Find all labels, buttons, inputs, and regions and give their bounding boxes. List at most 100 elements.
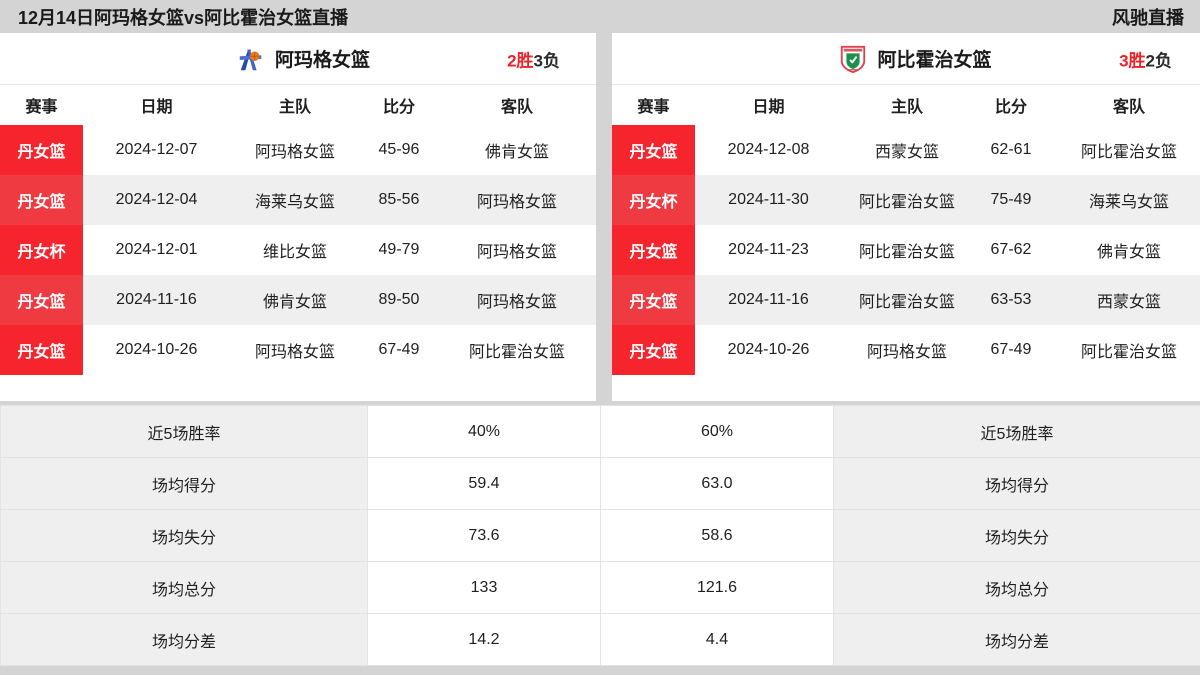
away-team: 阿玛格女篮 xyxy=(438,275,596,325)
left-team-wins: 2胜 xyxy=(507,51,534,70)
home-team: 阿玛格女篮 xyxy=(866,344,947,361)
left-team-header: 阿玛格女篮 2胜3负 xyxy=(0,33,596,85)
stat-left-value: 133 xyxy=(367,561,601,614)
left-col-away: 客队 xyxy=(438,85,596,125)
home-team: 阿比霍治女篮 xyxy=(842,275,972,325)
amager-team-logo-icon xyxy=(239,49,262,70)
league-badge: 丹女杯 xyxy=(612,175,695,225)
left-match-table: 赛事 日期 主队 比分 客队 丹女篮 2024-12-07 阿玛格女篮 45-9… xyxy=(0,85,596,375)
stats-comparison-table: 近5场胜率 40% 60% 近5场胜率 场均得分 59.4 63.0 场均得分 … xyxy=(0,405,1200,666)
left-col-score: 比分 xyxy=(360,85,438,125)
home-team: 阿玛格女篮 xyxy=(254,344,335,361)
home-team: 维比女篮 xyxy=(262,244,327,261)
stat-left-label: 近5场胜率 xyxy=(0,405,368,458)
table-row[interactable]: 丹女篮 2024-11-16 佛肯女篮 89-50 阿玛格女篮 xyxy=(0,275,596,325)
away-team: 佛肯女篮 xyxy=(1096,244,1161,261)
match-score: 62-61 xyxy=(990,141,1032,158)
right-col-league: 赛事 xyxy=(612,85,695,125)
match-score: 63-53 xyxy=(972,275,1050,325)
home-team: 海莱乌女篮 xyxy=(230,175,360,225)
match-date: 2024-12-01 xyxy=(115,241,198,258)
match-date: 2024-10-26 xyxy=(727,341,810,358)
table-row[interactable]: 丹女篮 2024-12-04 海莱乌女篮 85-56 阿玛格女篮 xyxy=(0,175,596,225)
right-team-record: 3胜2负 xyxy=(1119,46,1172,71)
page-title: 12月14日阿玛格女篮vs阿比霍治女篮直播 xyxy=(18,7,349,28)
right-match-table: 赛事 日期 主队 比分 客队 丹女篮 2024-12-08 西蒙女篮 62-61… xyxy=(612,85,1200,375)
stat-right-label: 近5场胜率 xyxy=(833,405,1200,458)
stat-right-label: 场均失分 xyxy=(833,509,1200,562)
stat-left-value: 40% xyxy=(367,405,601,458)
right-team-losses: 2负 xyxy=(1145,51,1172,70)
stat-right-label: 场均分差 xyxy=(833,613,1200,666)
home-team: 西蒙女篮 xyxy=(874,144,939,161)
left-team-panel: 阿玛格女篮 2胜3负 赛事 日期 主队 比分 客队 丹女篮 2024-12-07… xyxy=(0,33,596,401)
away-team: 阿比霍治女篮 xyxy=(468,344,565,361)
table-row[interactable]: 丹女杯 2024-11-30 阿比霍治女篮 75-49 海莱乌女篮 xyxy=(612,175,1200,225)
away-team: 海莱乌女篮 xyxy=(1050,175,1200,225)
away-team: 阿玛格女篮 xyxy=(476,244,557,261)
right-team-wins: 3胜 xyxy=(1119,51,1146,70)
match-date: 2024-11-16 xyxy=(695,275,842,325)
left-col-home: 主队 xyxy=(230,85,360,125)
stats-row: 场均失分 73.6 58.6 场均失分 xyxy=(0,509,1200,562)
right-col-date: 日期 xyxy=(695,85,842,125)
right-col-home: 主队 xyxy=(842,85,972,125)
abildhoj-team-logo-icon xyxy=(841,45,866,73)
stat-right-value: 58.6 xyxy=(600,509,834,562)
stat-left-value: 73.6 xyxy=(367,509,601,562)
match-score: 67-49 xyxy=(378,341,420,358)
home-team: 佛肯女篮 xyxy=(230,275,360,325)
table-row[interactable]: 丹女篮 2024-10-26 阿玛格女篮 67-49 阿比霍治女篮 xyxy=(0,325,596,375)
league-badge: 丹女篮 xyxy=(0,175,83,225)
stat-left-label: 场均总分 xyxy=(0,561,368,614)
site-brand: 风驰直播 xyxy=(1112,7,1184,28)
table-row[interactable]: 丹女篮 2024-12-08 西蒙女篮 62-61 阿比霍治女篮 xyxy=(612,125,1200,175)
stat-right-value: 121.6 xyxy=(600,561,834,614)
league-badge: 丹女篮 xyxy=(612,275,695,325)
league-badge: 丹女篮 xyxy=(0,125,83,175)
right-team-header: 阿比霍治女篮 3胜2负 xyxy=(612,33,1200,85)
stat-left-value: 14.2 xyxy=(367,613,601,666)
right-col-away: 客队 xyxy=(1050,85,1200,125)
league-badge: 丹女篮 xyxy=(612,325,695,375)
stat-right-value: 60% xyxy=(600,405,834,458)
match-score: 75-49 xyxy=(972,175,1050,225)
table-row[interactable]: 丹女篮 2024-12-07 阿玛格女篮 45-96 佛肯女篮 xyxy=(0,125,596,175)
left-col-league: 赛事 xyxy=(0,85,83,125)
stat-right-value: 63.0 xyxy=(600,457,834,510)
stat-right-value: 4.4 xyxy=(600,613,834,666)
right-col-score: 比分 xyxy=(972,85,1050,125)
match-date: 2024-12-08 xyxy=(727,141,810,158)
match-score: 45-96 xyxy=(378,141,420,158)
home-team: 阿比霍治女篮 xyxy=(842,175,972,225)
stat-left-label: 场均失分 xyxy=(0,509,368,562)
table-row[interactable]: 丹女篮 2024-11-16 阿比霍治女篮 63-53 西蒙女篮 xyxy=(612,275,1200,325)
left-team-identity[interactable]: 阿玛格女篮 xyxy=(226,44,370,74)
team-panels: 阿玛格女篮 2胜3负 赛事 日期 主队 比分 客队 丹女篮 2024-12-07… xyxy=(0,33,1200,401)
league-badge: 丹女篮 xyxy=(612,225,695,275)
table-row[interactable]: 丹女杯 2024-12-01 维比女篮 49-79 阿玛格女篮 xyxy=(0,225,596,275)
stat-left-value: 59.4 xyxy=(367,457,601,510)
match-date: 2024-11-30 xyxy=(695,175,842,225)
away-team: 阿玛格女篮 xyxy=(438,175,596,225)
away-team: 西蒙女篮 xyxy=(1050,275,1200,325)
right-team-name: 阿比霍治女篮 xyxy=(877,50,992,71)
match-date: 2024-11-16 xyxy=(83,275,230,325)
table-row[interactable]: 丹女篮 2024-10-26 阿玛格女篮 67-49 阿比霍治女篮 xyxy=(612,325,1200,375)
stat-left-label: 场均分差 xyxy=(0,613,368,666)
table-row[interactable]: 丹女篮 2024-11-23 阿比霍治女篮 67-62 佛肯女篮 xyxy=(612,225,1200,275)
stats-row: 场均总分 133 121.6 场均总分 xyxy=(0,561,1200,614)
stat-right-label: 场均得分 xyxy=(833,457,1200,510)
stats-row: 场均分差 14.2 4.4 场均分差 xyxy=(0,613,1200,666)
stat-left-label: 场均得分 xyxy=(0,457,368,510)
match-score: 85-56 xyxy=(360,175,438,225)
stat-right-label: 场均总分 xyxy=(833,561,1200,614)
away-team: 阿比霍治女篮 xyxy=(1080,144,1177,161)
right-table-header-row: 赛事 日期 主队 比分 客队 xyxy=(612,85,1200,125)
away-team: 佛肯女篮 xyxy=(484,144,549,161)
left-team-record: 2胜3负 xyxy=(507,46,560,71)
league-badge: 丹女篮 xyxy=(612,125,695,175)
right-team-identity[interactable]: 阿比霍治女篮 xyxy=(828,44,992,74)
stats-row: 近5场胜率 40% 60% 近5场胜率 xyxy=(0,405,1200,458)
match-score: 49-79 xyxy=(378,241,420,258)
